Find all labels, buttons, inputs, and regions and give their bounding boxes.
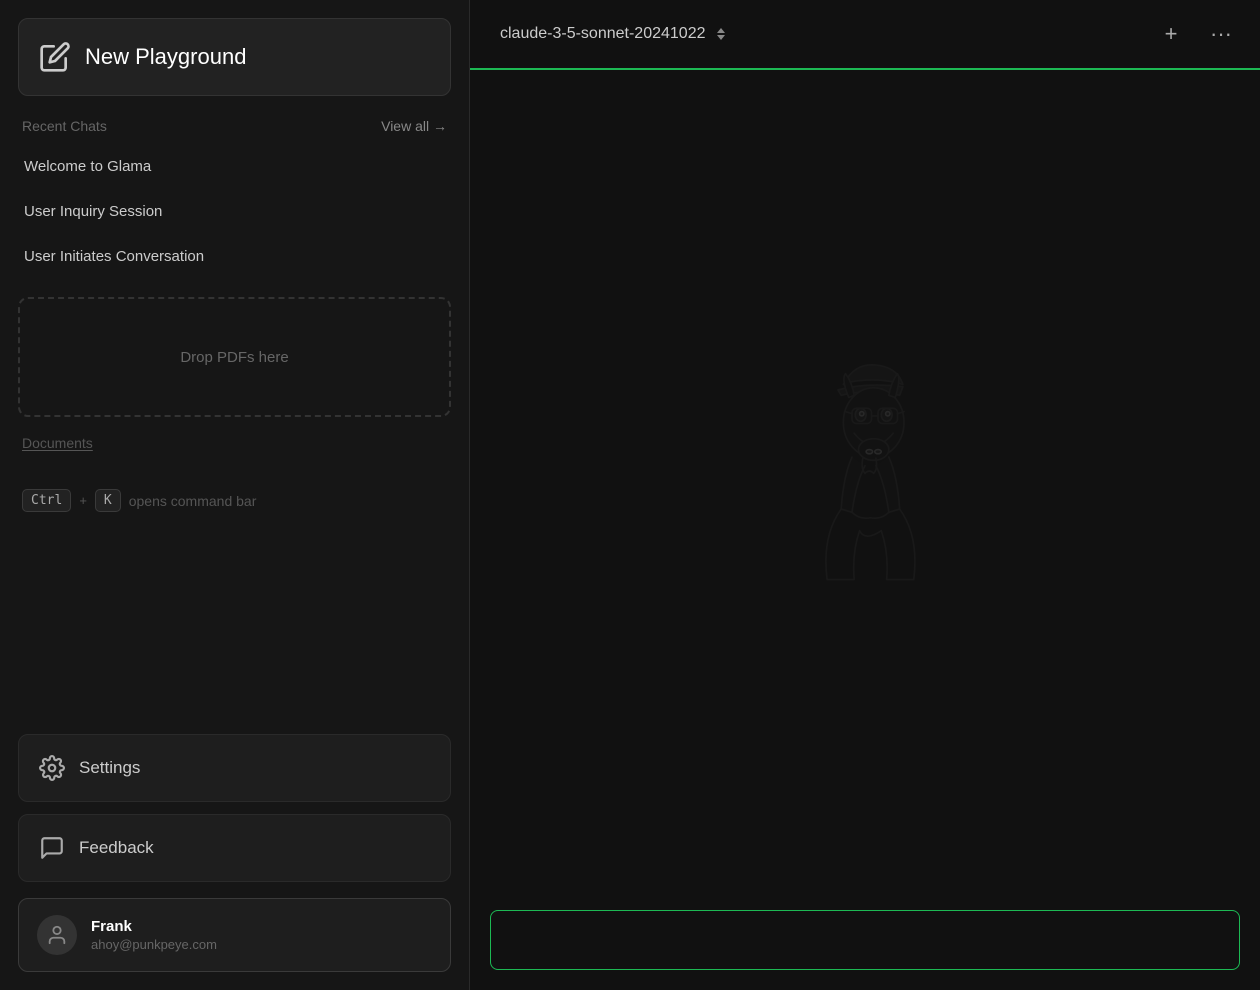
chevron-updown-icon (717, 28, 725, 40)
user-profile[interactable]: Frank ahoy@punkpeye.com (18, 898, 451, 972)
settings-button[interactable]: Settings (18, 734, 451, 802)
drop-zone-label: Drop PDFs here (180, 349, 288, 366)
user-info: Frank ahoy@punkpeye.com (91, 918, 217, 952)
more-icon: ··· (1210, 21, 1232, 47)
list-item[interactable]: Welcome to Glama (10, 144, 459, 189)
chat-title: User Inquiry Session (24, 203, 162, 220)
chat-list: Welcome to Glama User Inquiry Session Us… (0, 144, 469, 279)
plus-separator: + (79, 493, 87, 508)
feedback-icon (39, 835, 65, 861)
k-key: K (95, 489, 121, 512)
list-item[interactable]: User Inquiry Session (10, 189, 459, 234)
recent-chats-header: Recent Chats View all → (0, 96, 469, 144)
model-name: claude-3-5-sonnet-20241022 (500, 25, 705, 43)
documents-label[interactable]: Documents (22, 435, 93, 451)
chat-area (470, 70, 1260, 894)
avatar (37, 915, 77, 955)
input-area (470, 894, 1260, 990)
new-playground-button[interactable]: New Playground (18, 18, 451, 96)
add-button[interactable]: + (1152, 15, 1190, 53)
ctrl-key: Ctrl (22, 489, 71, 512)
user-name: Frank (91, 918, 217, 935)
recent-chats-label: Recent Chats (22, 118, 107, 134)
chat-input[interactable] (490, 910, 1240, 970)
top-bar: claude-3-5-sonnet-20241022 + ··· (470, 0, 1260, 70)
feedback-label: Feedback (79, 838, 154, 858)
llama-watermark (755, 352, 975, 612)
view-all-label: View all → (381, 118, 447, 134)
model-selector-button[interactable]: claude-3-5-sonnet-20241022 (490, 19, 735, 49)
pdf-drop-zone[interactable]: Drop PDFs here (18, 297, 451, 417)
edit-icon (39, 41, 71, 73)
add-icon: + (1165, 21, 1178, 47)
settings-label: Settings (79, 758, 140, 778)
new-playground-label: New Playground (85, 44, 246, 70)
more-options-button[interactable]: ··· (1202, 15, 1240, 53)
documents-section: Documents (0, 435, 469, 469)
user-email: ahoy@punkpeye.com (91, 937, 217, 952)
view-all-button[interactable]: View all → (381, 118, 447, 134)
chat-title: User Initiates Conversation (24, 248, 204, 265)
keyboard-hint: Ctrl + K opens command bar (0, 469, 469, 532)
keyboard-hint-text: opens command bar (129, 493, 257, 509)
user-icon (46, 924, 68, 946)
gear-icon (39, 755, 65, 781)
main-panel: claude-3-5-sonnet-20241022 + ··· (470, 0, 1260, 990)
list-item[interactable]: User Initiates Conversation (10, 234, 459, 279)
chat-title: Welcome to Glama (24, 158, 151, 175)
feedback-button[interactable]: Feedback (18, 814, 451, 882)
sidebar: New Playground Recent Chats View all → W… (0, 0, 470, 990)
